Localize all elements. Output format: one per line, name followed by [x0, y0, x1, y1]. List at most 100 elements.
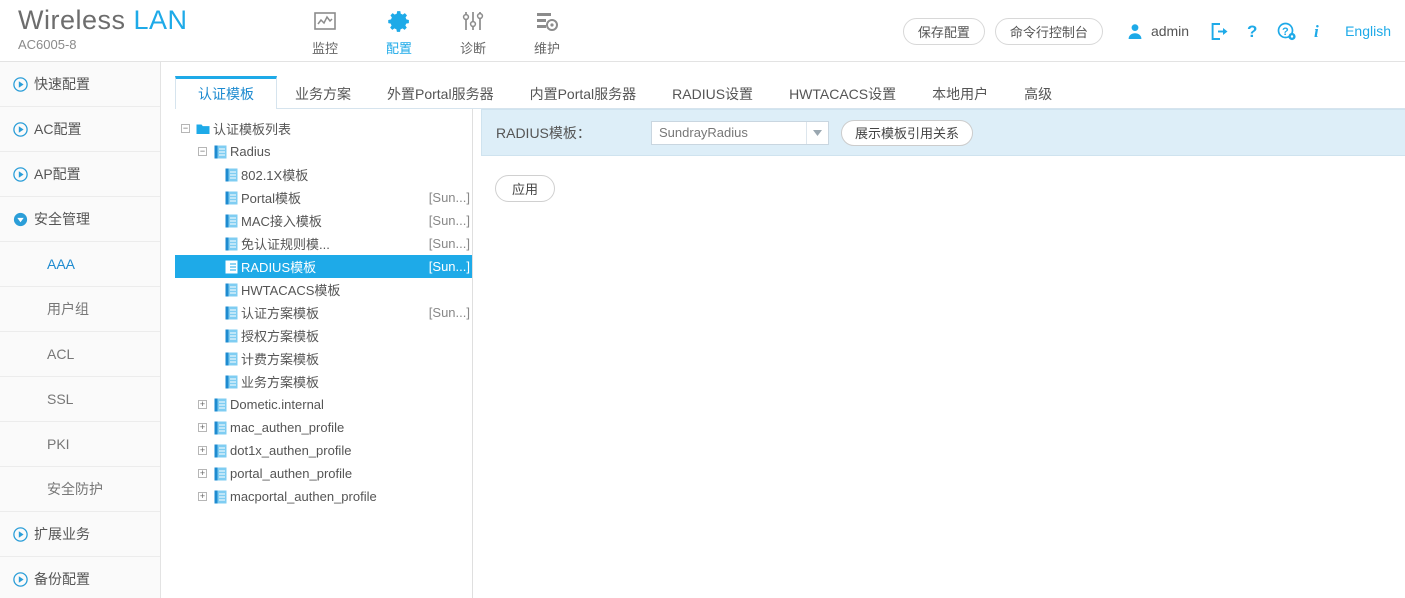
expand-toggle-icon[interactable]: + — [198, 400, 207, 409]
nav-item-monitor[interactable]: 监控 — [288, 4, 362, 58]
tree-node-accounting-scheme-template[interactable]: 计费方案模板 — [175, 347, 472, 370]
form-header-row: RADIUS模板： SundrayRadius 展示模板引用关系 — [481, 109, 1405, 156]
tree-node-auth-scheme-template[interactable]: 认证方案模板 [Sun...] — [175, 301, 472, 324]
collapse-toggle-icon[interactable]: − — [181, 124, 190, 133]
sidebar-item-ap-config[interactable]: AP配置 — [0, 152, 160, 197]
chevron-down-icon[interactable] — [806, 121, 828, 144]
sidebar-item-aaa[interactable]: AAA — [0, 242, 160, 287]
sidebar: 快速配置 AC配置 AP配置 安全管理 AAA 用户组 ACL SSL PKI … — [0, 62, 161, 598]
monitor-icon — [314, 7, 336, 35]
tree-node-service-scheme-template[interactable]: 业务方案模板 — [175, 370, 472, 393]
cli-console-button[interactable]: 命令行控制台 — [994, 17, 1103, 45]
tree-node-suffix: [Sun...] — [428, 213, 470, 228]
tree-node-suffix: [Sun...] — [428, 236, 470, 251]
info-icon[interactable]: i — [1314, 22, 1325, 40]
tree-node-mac-authen-profile[interactable]: + mac_authen_profile — [175, 416, 472, 439]
folder-icon — [195, 123, 211, 135]
tab-service-scheme[interactable]: 业务方案 — [277, 77, 369, 109]
file-icon — [212, 444, 228, 458]
sidebar-item-ac-config[interactable]: AC配置 — [0, 107, 160, 152]
sidebar-item-ssl[interactable]: SSL — [0, 377, 160, 422]
expand-toggle-icon[interactable]: + — [198, 446, 207, 455]
sidebar-item-pki[interactable]: PKI — [0, 422, 160, 467]
tree-node-free-auth-rule-template[interactable]: 免认证规则模... [Sun...] — [175, 232, 472, 255]
tree-node-label: 认证方案模板 — [241, 306, 320, 321]
tree-node-dometic-internal[interactable]: + Dometic.internal — [175, 393, 472, 416]
tab-external-portal-server[interactable]: 外置Portal服务器 — [369, 77, 512, 109]
collapse-toggle-icon[interactable]: − — [198, 147, 207, 156]
tree-node-label: 免认证规则模... — [241, 237, 330, 252]
circle-play-icon — [0, 526, 34, 542]
file-icon — [212, 490, 228, 504]
expand-toggle-icon[interactable]: + — [198, 492, 207, 501]
nav-item-maintenance[interactable]: 维护 — [510, 4, 584, 58]
sidebar-item-acl[interactable]: ACL — [0, 332, 160, 377]
radius-template-select[interactable]: SundrayRadius — [651, 120, 829, 145]
tree-node-radius[interactable]: − Radius — [175, 140, 472, 163]
sidebar-item-label: AAA — [47, 256, 76, 272]
tab-local-user[interactable]: 本地用户 — [914, 77, 1006, 109]
tree-node-label: 认证模板列表 — [213, 122, 292, 137]
sidebar-item-security-management[interactable]: 安全管理 — [0, 197, 160, 242]
tree-node-label: Portal模板 — [241, 191, 301, 206]
sidebar-item-label: 扩展业务 — [34, 526, 90, 542]
tab-advanced[interactable]: 高级 — [1006, 77, 1070, 109]
show-template-reference-button[interactable]: 展示模板引用关系 — [841, 119, 974, 146]
radius-template-form-panel: RADIUS模板： SundrayRadius 展示模板引用关系 应用 — [481, 109, 1405, 598]
radius-template-selected-value: SundrayRadius — [659, 125, 748, 140]
tree-node-hwtacacs-template[interactable]: HWTACACS模板 — [175, 278, 472, 301]
tab-radius-settings[interactable]: RADIUS设置 — [654, 77, 771, 109]
tab-list: 认证模板 业务方案 外置Portal服务器 内置Portal服务器 RADIUS… — [175, 76, 1405, 110]
sidebar-item-label: AC配置 — [34, 121, 82, 137]
nav-item-diagnose[interactable]: 诊断 — [436, 4, 510, 58]
nav-item-config[interactable]: 配置 — [362, 4, 436, 58]
sidebar-item-label: 安全管理 — [34, 211, 90, 227]
sidebar-item-extended-services[interactable]: 扩展业务 — [0, 512, 160, 557]
tree-node-radius-template[interactable]: RADIUS模板 [Sun...] — [175, 255, 472, 278]
svg-text:?: ? — [1247, 22, 1257, 40]
tree-node-label: 授权方案模板 — [241, 329, 320, 344]
tree-node-mac-access-template[interactable]: MAC接入模板 [Sun...] — [175, 209, 472, 232]
file-icon — [223, 375, 239, 389]
tree-node-portal-authen-profile[interactable]: + portal_authen_profile — [175, 462, 472, 485]
tab-auth-template[interactable]: 认证模板 — [175, 76, 277, 110]
expand-toggle-icon[interactable]: + — [198, 423, 207, 432]
tree-node-suffix: [Sun...] — [428, 190, 470, 205]
sidebar-item-user-group[interactable]: 用户组 — [0, 287, 160, 332]
sidebar-item-label: AP配置 — [34, 166, 81, 182]
sidebar-item-label: 备份配置 — [34, 571, 90, 587]
sidebar-item-backup-config[interactable]: 备份配置 — [0, 557, 160, 598]
sidebar-item-label: 用户组 — [47, 301, 89, 317]
question-icon[interactable]: ? — [1246, 22, 1259, 40]
tab-hwtacacs-settings[interactable]: HWTACACS设置 — [771, 77, 914, 109]
sidebar-item-quick-config[interactable]: 快速配置 — [0, 62, 160, 107]
expand-toggle-icon[interactable]: + — [198, 469, 207, 478]
tree-node-authorization-scheme-template[interactable]: 授权方案模板 — [175, 324, 472, 347]
file-icon — [212, 467, 228, 481]
save-config-button[interactable]: 保存配置 — [902, 17, 985, 45]
sliders-icon — [462, 7, 484, 35]
username-label: admin — [1150, 23, 1190, 39]
sidebar-item-label: 安全防护 — [47, 481, 103, 497]
sidebar-item-label: ACL — [47, 346, 75, 362]
nav-item-config-label: 配置 — [385, 41, 412, 56]
sidebar-item-label: PKI — [47, 436, 70, 452]
svg-text:?: ? — [1282, 26, 1289, 38]
svg-text:i: i — [1314, 22, 1319, 40]
language-switcher[interactable]: English — [1345, 23, 1391, 39]
device-model: AC6005-8 — [18, 37, 77, 52]
sidebar-item-label: 快速配置 — [34, 76, 90, 92]
template-tree-panel: − 认证模板列表 − Radius 802.1X模板 Portal模板 [Sun… — [175, 109, 473, 598]
sidebar-item-security-defense[interactable]: 安全防护 — [0, 467, 160, 512]
tree-node-8021x-template[interactable]: 802.1X模板 — [175, 163, 472, 186]
apply-button[interactable]: 应用 — [495, 175, 556, 202]
gear-icon — [387, 7, 412, 35]
tree-node-portal-template[interactable]: Portal模板 [Sun...] — [175, 186, 472, 209]
tab-internal-portal-server[interactable]: 内置Portal服务器 — [512, 77, 655, 109]
tree-node-auth-template-list[interactable]: − 认证模板列表 — [175, 117, 472, 140]
tree-node-macportal-authen-profile[interactable]: + macportal_authen_profile — [175, 485, 472, 508]
tree-node-label: portal_authen_profile — [230, 466, 353, 481]
question-gear-icon[interactable]: ? — [1277, 22, 1296, 41]
logout-icon[interactable] — [1211, 22, 1228, 40]
tree-node-dot1x-authen-profile[interactable]: + dot1x_authen_profile — [175, 439, 472, 462]
